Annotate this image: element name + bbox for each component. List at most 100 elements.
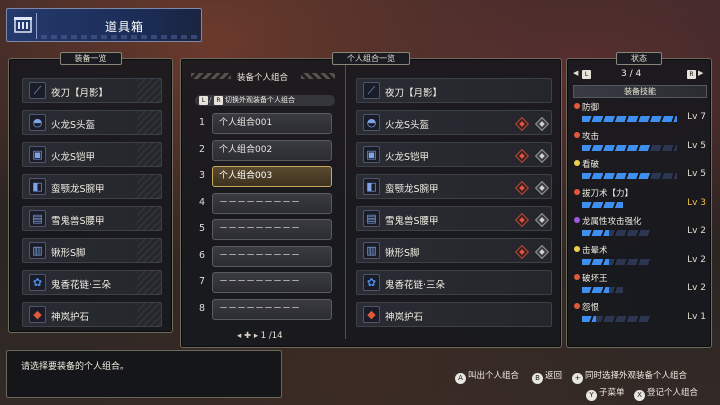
skill-icon xyxy=(574,217,580,223)
skill-level: Lv 2 xyxy=(687,254,706,265)
skill-icon xyxy=(574,302,580,309)
set-button[interactable]: 个人组合001 xyxy=(212,113,332,134)
set-row[interactable]: 1 个人组合001 xyxy=(196,113,336,135)
item-box-icon xyxy=(11,13,37,39)
equipment-name: 蛮颚龙S腕甲 xyxy=(51,184,105,195)
equipment-name: 雪鬼兽S腰甲 xyxy=(51,216,105,227)
message-text: 请选择要装备的个人组合。 xyxy=(21,362,130,372)
equipment-name: 鬼香花链·三朵 xyxy=(51,280,112,291)
preview-row: ✿ 鬼香花链·三朵 xyxy=(356,270,552,295)
equipment-row[interactable]: ▤ 雪鬼兽S腰甲 xyxy=(22,206,162,231)
status-title: 状态 xyxy=(616,52,662,65)
set-button[interactable]: －－－－－－－－－ xyxy=(212,192,332,214)
set-button[interactable]: －－－－－－－－－ xyxy=(212,245,332,267)
decoration-slot-icon xyxy=(514,148,530,164)
skill-level: Lv 5 xyxy=(687,140,706,151)
set-row[interactable]: 6 －－－－－－－－－ xyxy=(196,245,336,268)
decoration-slot-icon xyxy=(534,244,550,260)
decoration-slot-icon xyxy=(534,212,550,228)
preview-row: ▣ 火龙S铠甲 xyxy=(356,142,552,167)
set-row[interactable]: 7 －－－－－－－－－ xyxy=(196,272,336,294)
preview-equipment-name: 雪鬼兽S腰甲 xyxy=(385,216,439,227)
x-button-icon: X xyxy=(634,390,645,401)
skill-name: 怨恨 xyxy=(582,302,600,313)
skill-level-fill xyxy=(582,315,596,322)
r-button-icon: R xyxy=(214,96,223,105)
set-number: 8 xyxy=(198,302,206,314)
skill-level-bar xyxy=(582,173,677,179)
set-row[interactable]: 2 个人组合002 xyxy=(196,139,336,162)
pager-label: 1 /14 xyxy=(260,331,283,341)
skill-icon xyxy=(574,131,580,138)
talisman-icon: ◆ xyxy=(29,306,46,323)
preview-equipment-name: 火龙S铠甲 xyxy=(385,152,430,163)
skill-row: 破坏王 Lv 2 xyxy=(574,272,706,300)
preview-equipment-name: 蛮颚龙S腕甲 xyxy=(385,184,439,195)
equipment-row[interactable]: ⟋ 夜刀【月影】 xyxy=(22,78,162,103)
register-set-hint[interactable]: X 登记个人组合 xyxy=(634,386,698,401)
skill-level-fill xyxy=(582,201,623,208)
set-number: 5 xyxy=(198,223,206,234)
set-button[interactable]: －－－－－－－－－ xyxy=(212,298,332,320)
dpad-icon: ✚ xyxy=(243,331,252,341)
skill-icon xyxy=(574,160,580,166)
long-sword-icon: ⟋ xyxy=(363,82,380,99)
waist-armor-icon: ▤ xyxy=(29,210,46,227)
skill-name: 看破 xyxy=(582,160,600,170)
prev-page-icon: ◀ xyxy=(573,69,579,77)
set-row[interactable]: 3 个人组合003 xyxy=(196,166,336,188)
skill-row: 看破 Lv 5 xyxy=(574,158,706,186)
skill-level-bar xyxy=(582,315,650,322)
set-number: 2 xyxy=(198,143,206,155)
status-page: 3 / 4 xyxy=(621,69,642,79)
equipment-row[interactable]: ✿ 鬼香花链·三朵 xyxy=(22,270,162,295)
r-button-icon: R xyxy=(687,70,696,79)
set-button[interactable]: －－－－－－－－－ xyxy=(212,272,332,293)
call-set-hint[interactable]: A 叫出个人组合 xyxy=(455,369,519,384)
set-button[interactable]: 个人组合002 xyxy=(212,139,332,161)
equip-skills-header: 装备技能 xyxy=(573,85,707,98)
set-button[interactable]: 个人组合003 xyxy=(212,166,332,187)
skill-row: 拔刀术【力】 Lv 3 xyxy=(574,187,706,215)
skill-icon xyxy=(574,188,580,195)
preview-equipment-name: 鬼香花链·三朵 xyxy=(385,280,446,291)
skill-level-fill xyxy=(582,173,650,179)
decoration-slot-icon xyxy=(514,212,530,228)
page-title: 道具箱 xyxy=(105,20,145,34)
arm-armor-icon: ◧ xyxy=(29,178,46,195)
l-button-icon: L xyxy=(199,96,208,105)
layered-toggle-hint[interactable]: L / R 切换外观装备个人组合 xyxy=(195,95,335,106)
equip-set-subtitle: 装备个人组合 xyxy=(237,73,289,83)
equipment-row[interactable]: ▣ 火龙S铠甲 xyxy=(22,142,162,167)
set-row[interactable]: 4 －－－－－－－－－ xyxy=(196,192,336,215)
preview-row: ⟋ 夜刀【月影】 xyxy=(356,78,552,103)
equipment-row[interactable]: ◧ 蛮颚龙S腕甲 xyxy=(22,174,162,199)
skill-name: 龙属性攻击强化 xyxy=(582,217,642,227)
chest-armor-icon: ▣ xyxy=(363,146,380,163)
skill-level: Lv 3 xyxy=(687,197,706,208)
petalace-icon: ✿ xyxy=(29,274,46,291)
back-hint[interactable]: B 返回 xyxy=(532,369,562,384)
item-box-header: 道具箱 xyxy=(6,8,202,42)
status-pager[interactable]: ◀ L 3 / 4 R ▶ xyxy=(573,69,707,81)
layered-set-hint[interactable]: + 同时选择外观装备个人组合 xyxy=(572,369,687,384)
equipment-row[interactable]: ◆ 神岚护石 xyxy=(22,302,162,327)
skill-icon xyxy=(574,274,580,280)
preview-equipment-name: 夜刀【月影】 xyxy=(385,88,443,99)
submenu-hint[interactable]: Y 子菜单 xyxy=(586,386,625,401)
arm-armor-icon: ◧ xyxy=(363,178,380,195)
preview-equipment-name: 锹形S脚 xyxy=(385,248,420,259)
set-row[interactable]: 8 －－－－－－－－－ xyxy=(196,298,336,321)
l-button-icon: L xyxy=(582,70,591,79)
skill-level-bar xyxy=(582,258,650,265)
set-button[interactable]: －－－－－－－－－ xyxy=(212,219,332,240)
skill-level-fill xyxy=(582,230,610,236)
message-box: 请选择要装备的个人组合。 xyxy=(6,350,282,398)
pager[interactable]: ◂ ✚ ▸ 1 /14 xyxy=(237,331,283,341)
leg-armor-icon: ▥ xyxy=(363,242,380,259)
equipment-row[interactable]: ◓ 火龙S头盔 xyxy=(22,110,162,135)
set-number: 1 xyxy=(198,117,206,128)
equipment-row[interactable]: ▥ 锹形S脚 xyxy=(22,238,162,263)
skill-icon xyxy=(574,245,580,252)
set-row[interactable]: 5 －－－－－－－－－ xyxy=(196,219,336,241)
